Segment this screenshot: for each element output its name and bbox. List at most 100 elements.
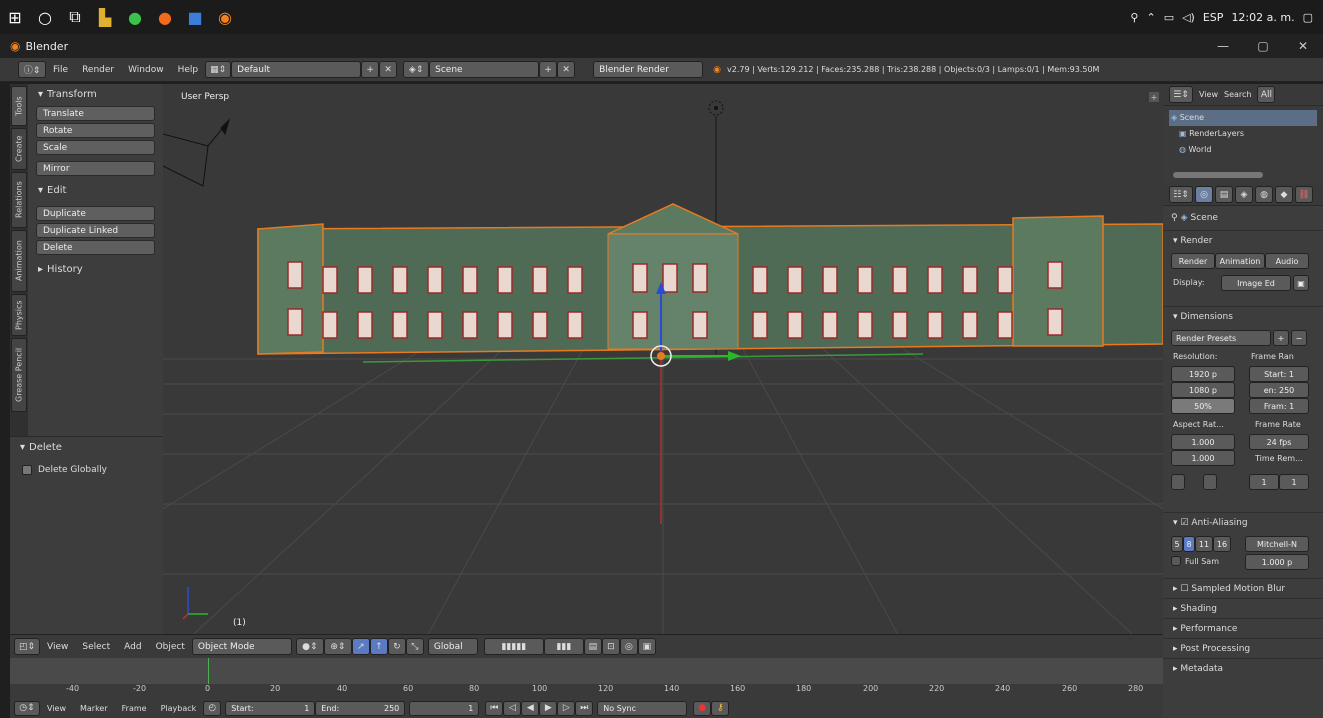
menu-window[interactable]: Window (121, 65, 171, 75)
full-sample-checkbox[interactable] (1171, 556, 1181, 566)
pin-icon[interactable]: ⚲ (1171, 213, 1178, 223)
edit-panel-header[interactable]: ▾ Edit (28, 180, 163, 200)
world-tab-icon[interactable]: ◍ (1255, 186, 1273, 203)
orientation-select[interactable]: Global (427, 638, 478, 655)
search-icon[interactable]: ○ (30, 0, 60, 34)
jump-start-icon[interactable]: ⏮ (485, 700, 504, 716)
windows-start-icon[interactable]: ⊞ (0, 0, 30, 34)
motion-blur-panel-header[interactable]: ▸ ☐ Sampled Motion Blur (1163, 578, 1323, 598)
history-panel-header[interactable]: ▸ History (28, 259, 163, 279)
duplicate-linked-button[interactable]: Duplicate Linked (36, 223, 155, 238)
frame-end-field[interactable]: en: 250 (1249, 382, 1309, 398)
firefox-icon[interactable]: ● (150, 0, 180, 34)
delete-panel-header[interactable]: ▾ Delete (10, 437, 163, 457)
render-tab-icon[interactable]: ◎ (1195, 186, 1213, 203)
clock[interactable]: 12:02 a. m. (1231, 11, 1294, 24)
rotate-manipulator-icon[interactable]: ↻ (387, 638, 406, 655)
chevron-up-icon[interactable]: ⌃ (1146, 11, 1155, 24)
people-icon[interactable]: ⚲ (1130, 11, 1138, 24)
add-scene-icon[interactable]: + (539, 61, 558, 78)
shading-panel-header[interactable]: ▸ Shading (1163, 598, 1323, 618)
aa-5-option[interactable]: 5 (1171, 536, 1183, 552)
dimensions-panel-header[interactable]: ▾ Dimensions (1163, 306, 1323, 326)
aa-8-option[interactable]: 8 (1183, 536, 1195, 552)
border-checkbox[interactable] (1171, 474, 1185, 490)
scene-type-icon[interactable]: ◈⇕ (403, 61, 430, 78)
translate-button[interactable]: Translate (36, 106, 155, 121)
object-tab-icon[interactable]: ◆ (1275, 186, 1293, 203)
viewport-editor-icon[interactable]: ◰⇕ (14, 638, 40, 655)
close-icon[interactable]: ✕ (1283, 34, 1323, 58)
resolution-percent-slider[interactable]: 50% (1171, 398, 1235, 414)
animation-button[interactable]: Animation (1215, 253, 1265, 269)
jump-end-icon[interactable]: ⏭ (575, 700, 594, 716)
menu-view[interactable]: View (40, 642, 75, 652)
add-layout-icon[interactable]: + (361, 61, 380, 78)
frame-step-field[interactable]: Fram: 1 (1249, 398, 1309, 414)
outliner-item-scene[interactable]: ◈ Scene (1169, 110, 1317, 126)
building-mesh[interactable] (257, 203, 1163, 355)
properties-editor-icon[interactable]: ☷⇕ (1169, 186, 1193, 203)
crop-checkbox[interactable] (1203, 474, 1217, 490)
performance-panel-header[interactable]: ▸ Performance (1163, 618, 1323, 638)
lock-layers-icon[interactable]: ▤ (583, 638, 602, 655)
3d-viewport[interactable]: User Persp (1) + (163, 84, 1163, 634)
menu-render[interactable]: Render (75, 65, 121, 75)
menu-select[interactable]: Select (75, 642, 117, 652)
frame-start-field[interactable]: Start: 1 (1249, 366, 1309, 382)
checkbox-icon[interactable]: ☐ (1180, 584, 1188, 594)
outliner-item-world[interactable]: ◍ World (1169, 142, 1317, 158)
task-view-icon[interactable]: ⧉ (60, 0, 90, 34)
render-engine-select[interactable]: Blender Render (593, 61, 704, 78)
whatsapp-icon[interactable]: ● (120, 0, 150, 34)
aa-16-option[interactable]: 16 (1213, 536, 1231, 552)
checkbox-checked-icon[interactable]: ☑ (1180, 518, 1188, 528)
constraints-tab-icon[interactable]: ⛓ (1295, 186, 1313, 203)
start-frame-field[interactable]: Start: 1 (225, 700, 316, 716)
snap-icon[interactable]: ⊡ (601, 638, 620, 655)
mode-select[interactable]: Object Mode (191, 638, 292, 655)
proportional-edit-icon[interactable]: ◎ (619, 638, 638, 655)
tab-animation[interactable]: Animation (11, 230, 27, 292)
menu-help[interactable]: Help (171, 65, 206, 75)
metadata-panel-header[interactable]: ▸ Metadata (1163, 658, 1323, 678)
remove-preset-icon[interactable]: − (1291, 330, 1307, 346)
display-toggle-icon[interactable]: ▣ (1293, 275, 1309, 291)
render-layers-tab-icon[interactable]: ▤ (1215, 186, 1233, 203)
preview-range-icon[interactable]: ◴ (203, 700, 222, 716)
network-icon[interactable]: ▭ (1164, 11, 1174, 24)
transform-panel-header[interactable]: ▾ Transform (28, 84, 163, 104)
timeline-editor[interactable]: -40 -20 0 20 40 60 80 100 120 140 160 18… (10, 658, 1163, 698)
remove-scene-icon[interactable]: ✕ (557, 61, 576, 78)
editor-type-icon[interactable]: ⓘ⇕ (18, 61, 46, 78)
tab-grease-pencil[interactable]: Grease Pencil (11, 338, 27, 412)
duplicate-button[interactable]: Duplicate (36, 206, 155, 221)
menu-file[interactable]: File (46, 65, 75, 75)
outliner-item-renderlayers[interactable]: ▣ RenderLayers (1169, 126, 1317, 142)
sync-mode-select[interactable]: No Sync (597, 700, 688, 716)
manipulator-toggle-icon[interactable]: ↗ (351, 638, 370, 655)
outliner-filter-all[interactable]: All (1257, 86, 1276, 103)
scene-tab-icon[interactable]: ◈ (1235, 186, 1253, 203)
volume-icon[interactable]: ◁) (1182, 11, 1195, 24)
filter-size-field[interactable]: 1.000 p (1245, 554, 1309, 570)
outliner-search-menu[interactable]: Search (1224, 90, 1251, 99)
layers-grid[interactable]: ▮▮▮▮▮ (483, 638, 544, 655)
layout-type-icon[interactable]: ▦⇕ (205, 61, 232, 78)
scene-field[interactable]: Scene (429, 61, 540, 78)
play-reverse-icon[interactable]: ◀ (521, 700, 540, 716)
tab-physics[interactable]: Physics (11, 294, 27, 336)
shading-mode-icon[interactable]: ●⇕ (295, 638, 324, 655)
language-indicator[interactable]: ESP (1203, 11, 1224, 24)
maximize-icon[interactable]: ▢ (1243, 34, 1283, 58)
display-select[interactable]: Image Ed (1221, 275, 1291, 291)
current-frame-field[interactable]: 1 (409, 700, 480, 716)
resolution-x-field[interactable]: 1920 p (1171, 366, 1235, 382)
blender-taskbar-icon[interactable]: ◉ (210, 0, 240, 34)
render-preview-icon[interactable]: ▣ (637, 638, 656, 655)
scale-manipulator-icon[interactable]: ⤡ (405, 638, 424, 655)
translate-manipulator-icon[interactable]: ↑ (369, 638, 388, 655)
minimize-icon[interactable]: — (1203, 34, 1243, 58)
menu-marker[interactable]: Marker (73, 704, 115, 713)
rotate-button[interactable]: Rotate (36, 123, 155, 138)
